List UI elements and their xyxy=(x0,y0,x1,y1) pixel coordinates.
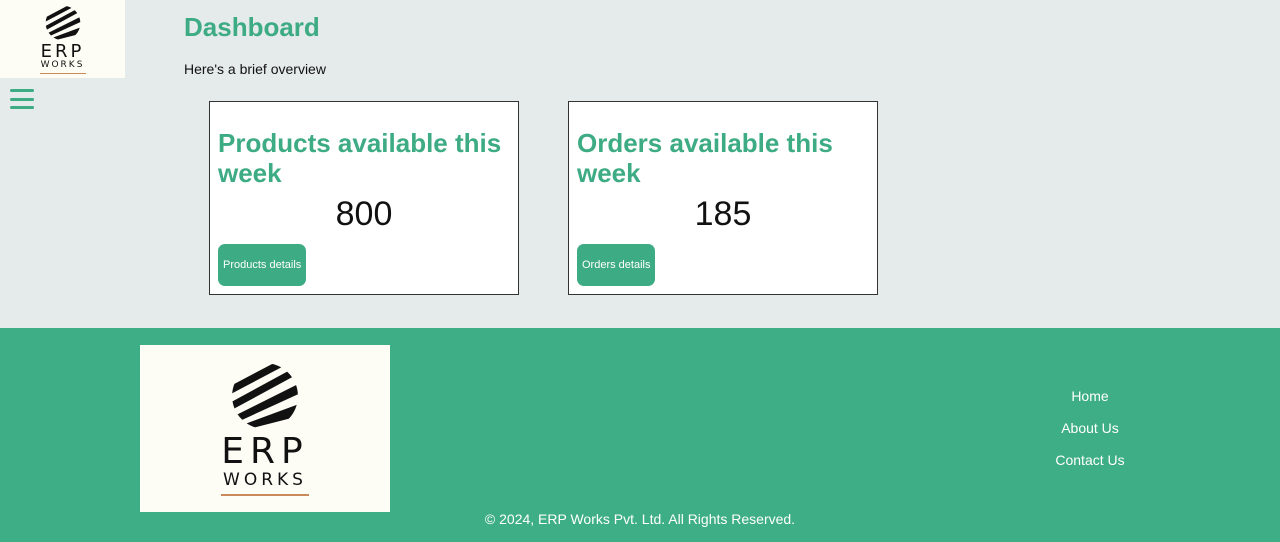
logo-text-works: WORKS xyxy=(40,59,85,70)
logo-emblem-icon xyxy=(232,362,298,429)
orders-count: 185 xyxy=(694,195,752,233)
page-subtitle: Here's a brief overview xyxy=(184,61,326,77)
page-title: Dashboard xyxy=(184,12,320,42)
logo-text-works: WORKS xyxy=(223,469,307,490)
logo-text-erp: ERP xyxy=(221,430,309,472)
menu-bar xyxy=(10,89,34,92)
footer-logo[interactable]: ERP WORKS xyxy=(140,345,390,512)
orders-card: Orders available this week 185 Orders de… xyxy=(568,101,878,295)
orders-details-button[interactable]: Orders details xyxy=(577,244,656,286)
footer-nav: Home About Us Contact Us xyxy=(1030,386,1150,482)
erp-works-logo: ERP WORKS xyxy=(39,5,86,74)
logo-underline xyxy=(39,72,86,74)
products-details-button[interactable]: Products details xyxy=(218,244,307,286)
footer: ERP WORKS Home About Us Contact Us © 202… xyxy=(0,328,1280,542)
footer-link-contact-us[interactable]: Contact Us xyxy=(1030,450,1150,482)
footer-link-about-us[interactable]: About Us xyxy=(1030,418,1150,450)
footer-link-home[interactable]: Home xyxy=(1030,386,1150,418)
logo-text-erp: ERP xyxy=(40,40,85,62)
products-card-title: Products available this week xyxy=(218,128,502,188)
copyright-text: © 2024, ERP Works Pvt. Ltd. All Rights R… xyxy=(484,511,796,527)
products-card: Products available this week 800 Product… xyxy=(209,101,519,295)
menu-bar xyxy=(10,97,34,101)
orders-card-title: Orders available this week xyxy=(577,128,833,188)
erp-works-logo: ERP WORKS xyxy=(221,362,309,496)
logo-emblem-icon xyxy=(45,5,80,40)
header-logo[interactable]: ERP WORKS xyxy=(0,0,125,78)
menu-bar xyxy=(10,106,34,109)
hamburger-menu-icon[interactable] xyxy=(10,88,34,110)
products-count: 800 xyxy=(335,195,393,233)
logo-underline xyxy=(221,493,309,496)
